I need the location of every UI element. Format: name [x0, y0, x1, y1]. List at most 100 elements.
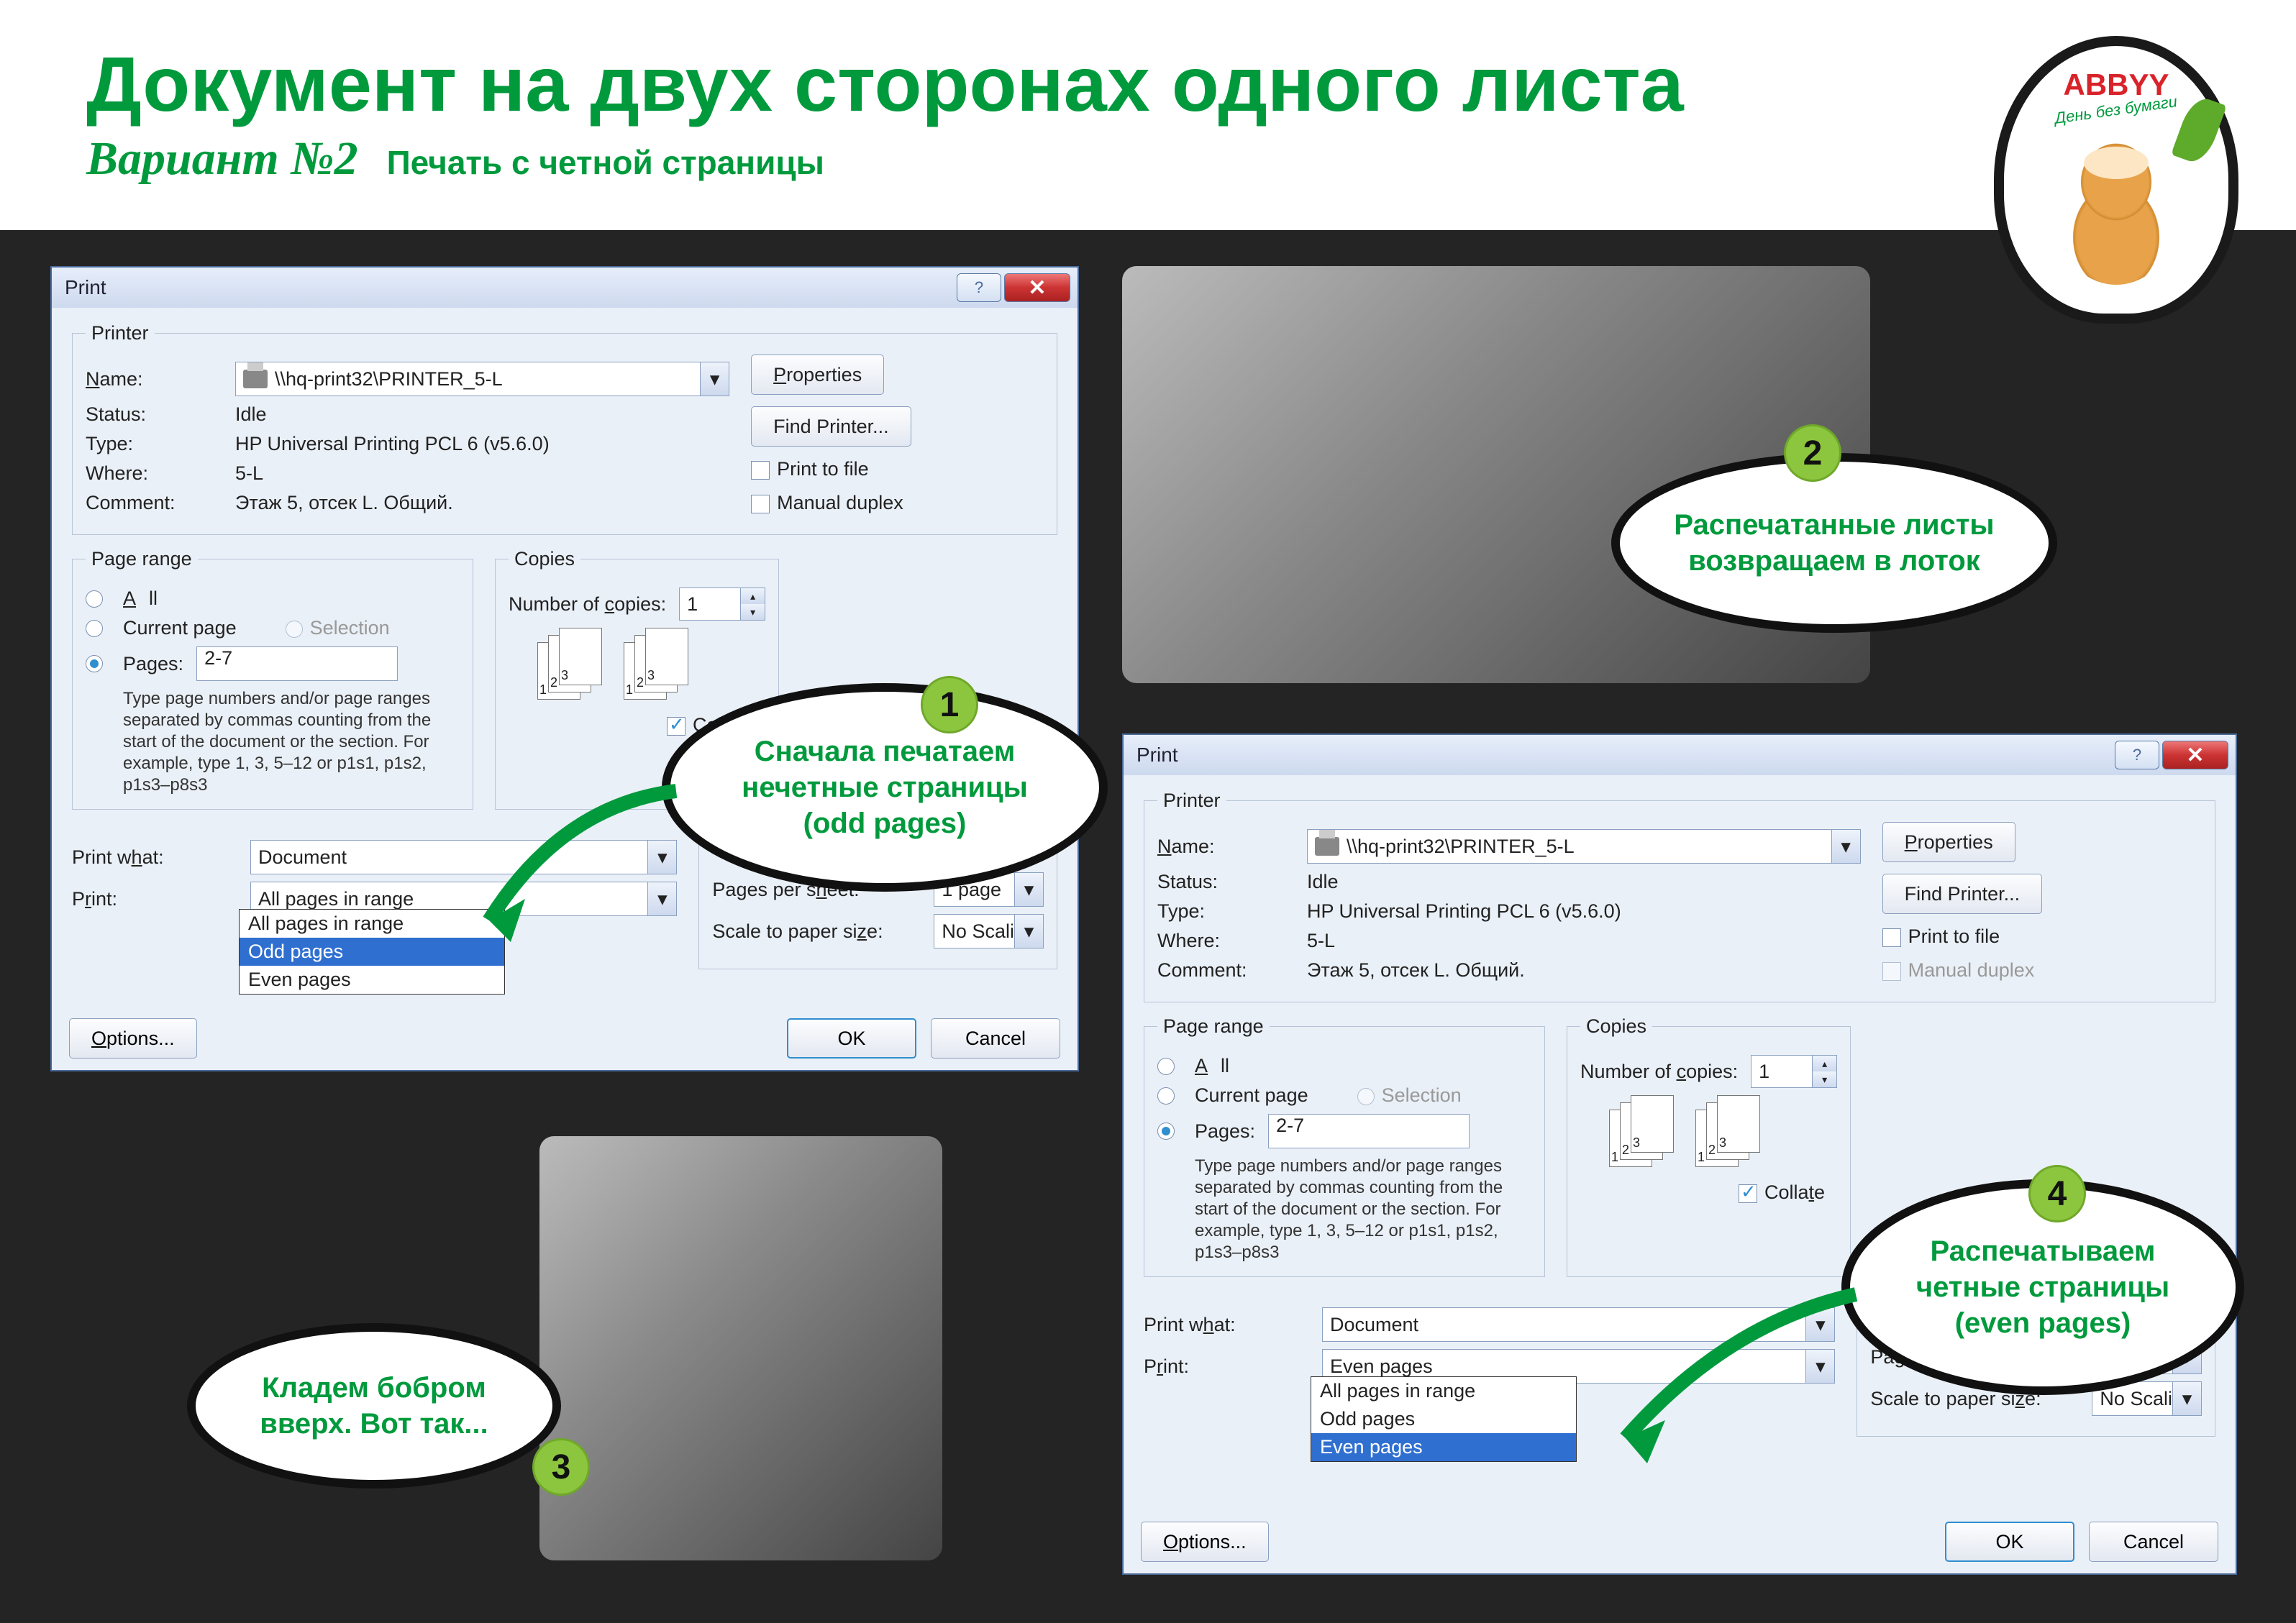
spin-down-icon[interactable]: ▾: [1813, 1071, 1836, 1087]
chevron-down-icon[interactable]: ▾: [2172, 1382, 2201, 1415]
find-printer-button[interactable]: Find Printer...: [751, 406, 911, 447]
manual-duplex-checkbox: Manual duplex: [1882, 959, 2035, 982]
printer-group: Printer Name: \\hq-print32\PRINTER_5-L ▾…: [72, 322, 1057, 535]
current-page-radio[interactable]: [1157, 1087, 1175, 1105]
print-to-file-checkbox[interactable]: Print to file: [1882, 925, 2000, 948]
pages-radio[interactable]: [86, 655, 103, 672]
copies-label: Number of copies:: [1580, 1061, 1738, 1083]
cancel-button[interactable]: Cancel: [931, 1018, 1060, 1059]
printer-name-combo[interactable]: \\hq-print32\PRINTER_5-L ▾: [235, 362, 729, 396]
type-value: HP Universal Printing PCL 6 (v5.6.0): [235, 433, 550, 455]
scale-label: Scale to paper size:: [712, 920, 921, 943]
spin-up-icon[interactable]: ▴: [741, 588, 765, 604]
page-range-hint: Type page numbers and/or page ranges sep…: [1157, 1156, 1531, 1263]
selection-radio: [1357, 1088, 1375, 1105]
scale-combo[interactable]: No Scaling▾: [934, 914, 1044, 948]
arrow-4-icon: [1582, 1280, 1870, 1471]
find-printer-button[interactable]: Find Printer...: [1882, 874, 2043, 914]
comment-label: Comment:: [1157, 959, 1294, 982]
chevron-down-icon[interactable]: ▾: [1014, 873, 1043, 906]
close-button[interactable]: ✕: [2162, 741, 2228, 769]
print-label: Print:: [72, 888, 237, 910]
photo-beaver-up: [539, 1136, 942, 1560]
spin-down-icon[interactable]: ▾: [741, 604, 765, 620]
pages-input[interactable]: 2-7: [1268, 1114, 1470, 1148]
current-page-label: Current page: [1195, 1084, 1308, 1107]
comment-value: Этаж 5, отсек L. Общий.: [235, 492, 453, 514]
status-value: Idle: [235, 403, 267, 426]
help-button[interactable]: ?: [957, 273, 1001, 302]
spin-up-icon[interactable]: ▴: [1813, 1056, 1836, 1071]
step-badge-3: 3: [532, 1438, 590, 1496]
print-what-label: Print what:: [72, 846, 237, 869]
copies-spin[interactable]: 1▴▾: [1751, 1055, 1837, 1088]
printer-name-value: \\hq-print32\PRINTER_5-L: [275, 368, 503, 390]
print-to-file-checkbox[interactable]: Print to file: [751, 458, 869, 480]
ok-button[interactable]: OK: [787, 1018, 916, 1059]
type-label: Type:: [86, 433, 222, 455]
selection-label: Selection: [310, 617, 390, 639]
where-label: Where:: [86, 462, 222, 485]
variant-label: Вариант №2: [86, 132, 358, 186]
status-label: Status:: [1157, 871, 1294, 893]
copies-label: Number of copies:: [509, 593, 666, 616]
dropdown-option-selected[interactable]: Even pages: [1311, 1433, 1576, 1461]
options-button[interactable]: Options...: [1141, 1522, 1269, 1562]
step-badge-4: 4: [2028, 1165, 2086, 1222]
dialog-title: Print: [1131, 744, 1178, 767]
all-radio[interactable]: [1157, 1058, 1175, 1075]
printer-name-value: \\hq-print32\PRINTER_5-L: [1347, 836, 1575, 858]
print-range-dropdown[interactable]: All pages in range Odd pages Even pages: [1311, 1376, 1577, 1462]
bubble-text: Сначала печатаем нечетные страницы (odd …: [714, 733, 1056, 841]
help-button[interactable]: ?: [2115, 741, 2159, 769]
cancel-button[interactable]: Cancel: [2089, 1522, 2218, 1562]
speech-bubble-3: Кладем бобром вверх. Вот так...: [187, 1323, 561, 1489]
properties-button[interactable]: Properties: [1882, 822, 2015, 862]
titlebar[interactable]: Print ? ✕: [52, 268, 1078, 308]
subcaption: Печать с четной страницы: [387, 143, 824, 182]
content-dark-area: Print ? ✕ Printer Name: \\hq-print32\PRI…: [0, 230, 2296, 1623]
page-title: Документ на двух сторонах одного листа: [86, 43, 2210, 124]
selection-radio: [286, 621, 303, 638]
titlebar[interactable]: Print ? ✕: [1124, 735, 2236, 775]
current-page-radio[interactable]: [86, 620, 103, 637]
ok-button[interactable]: OK: [1945, 1522, 2074, 1562]
where-value: 5-L: [235, 462, 263, 485]
printer-group: Printer Name: \\hq-print32\PRINTER_5-L ▾…: [1144, 790, 2215, 1002]
copies-group: Copies Number of copies: 1▴▾ 123 123 Col…: [1567, 1015, 1851, 1277]
bubble-text: Кладем бобром вверх. Вот так...: [239, 1370, 509, 1442]
chevron-down-icon[interactable]: ▾: [1014, 915, 1043, 948]
printer-icon: [243, 370, 268, 388]
dropdown-option[interactable]: Even pages: [240, 966, 504, 994]
speech-bubble-1: Сначала печатаем нечетные страницы (odd …: [662, 683, 1108, 892]
pages-label: Pages:: [123, 653, 183, 675]
collate-preview-icon: 123 123: [537, 628, 765, 707]
pages-input[interactable]: 2-7: [196, 646, 398, 681]
dropdown-option[interactable]: All pages in range: [1311, 1377, 1576, 1405]
properties-button[interactable]: Properties: [751, 355, 884, 395]
beaver-mascot-icon: [2051, 127, 2181, 285]
dialog-title: Print: [59, 276, 106, 299]
page-range-legend: Page range: [1157, 1015, 1270, 1038]
options-button[interactable]: Options...: [69, 1018, 197, 1059]
bubble-text: Распечатанные листы возвращаем в лоток: [1663, 507, 2005, 579]
copies-legend: Copies: [1580, 1015, 1652, 1038]
collate-preview-icon: 123 123: [1609, 1095, 1837, 1174]
arrow-1-icon: [446, 777, 691, 967]
chevron-down-icon[interactable]: ▾: [700, 362, 729, 396]
collate-checkbox[interactable]: Collate: [1739, 1181, 1825, 1203]
chevron-down-icon[interactable]: ▾: [1831, 830, 1860, 863]
printer-icon: [1315, 837, 1339, 856]
pages-radio[interactable]: [1157, 1123, 1175, 1140]
close-button[interactable]: ✕: [1004, 273, 1070, 302]
dropdown-option[interactable]: Odd pages: [1311, 1405, 1576, 1433]
document-header: Документ на двух сторонах одного листа В…: [0, 0, 2296, 230]
printer-name-combo[interactable]: \\hq-print32\PRINTER_5-L ▾: [1307, 829, 1861, 864]
copies-spin[interactable]: 1▴▾: [679, 588, 765, 621]
all-radio[interactable]: [86, 590, 103, 608]
step-badge-2: 2: [1784, 424, 1841, 482]
manual-duplex-checkbox[interactable]: Manual duplex: [751, 492, 903, 514]
page-range-group: Page range All Current page Selection Pa…: [1144, 1015, 1545, 1277]
bubble-text: Распечатываем четные страницы (even page…: [1893, 1233, 2192, 1341]
comment-value: Этаж 5, отсек L. Общий.: [1307, 959, 1525, 982]
